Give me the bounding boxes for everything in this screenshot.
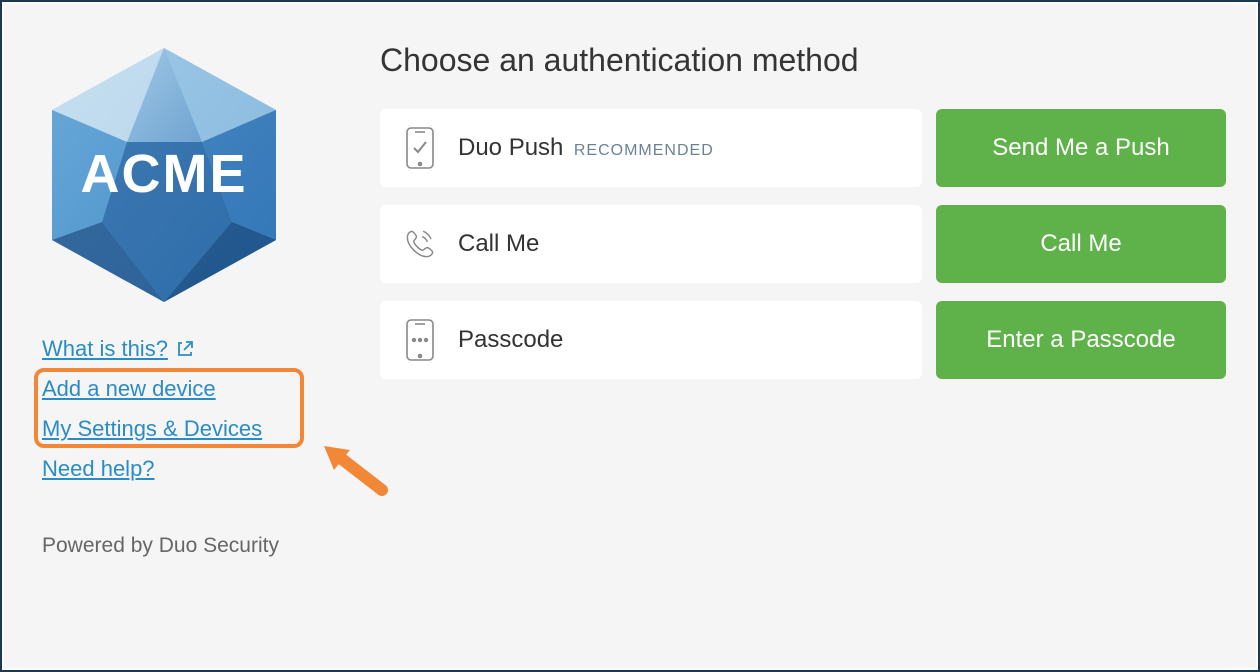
auth-row-push: Duo Push RECOMMENDED Send Me a Push: [380, 109, 1226, 187]
link-label: What is this?: [42, 332, 168, 366]
settings-devices-link[interactable]: My Settings & Devices: [42, 412, 262, 446]
sidebar-links: What is this? Add a new device My Settin…: [42, 332, 332, 486]
auth-method-label-wrapper: Duo Push RECOMMENDED: [458, 134, 714, 162]
send-push-button[interactable]: Send Me a Push: [936, 109, 1226, 187]
auth-method-call: Call Me: [380, 205, 922, 283]
link-label: Need help?: [42, 452, 155, 486]
phone-passcode-icon: [402, 320, 438, 360]
outer-frame: ACME What is this? Add a new device: [0, 0, 1260, 672]
link-label: Add a new device: [42, 372, 216, 406]
auth-method-label: Duo Push: [458, 134, 563, 161]
auth-row-call: Call Me Call Me: [380, 205, 1226, 283]
inner-frame: ACME What is this? Add a new device: [4, 4, 1256, 668]
auth-row-passcode: Passcode Enter a Passcode: [380, 301, 1226, 379]
phone-check-icon: [402, 128, 438, 168]
auth-method-label: Passcode: [458, 326, 563, 354]
need-help-link[interactable]: Need help?: [42, 452, 155, 486]
svg-text:ACME: ACME: [81, 144, 248, 204]
add-device-link[interactable]: Add a new device: [42, 372, 216, 406]
page-title: Choose an authentication method: [380, 42, 1226, 79]
link-label: My Settings & Devices: [42, 412, 262, 446]
what-is-this-link[interactable]: What is this?: [42, 332, 194, 366]
enter-passcode-button[interactable]: Enter a Passcode: [936, 301, 1226, 379]
phone-call-icon: [402, 224, 438, 264]
auth-method-list: Duo Push RECOMMENDED Send Me a Push: [380, 109, 1226, 379]
call-me-button[interactable]: Call Me: [936, 205, 1226, 283]
powered-by-text: Powered by Duo Security: [42, 534, 332, 558]
auth-method-push: Duo Push RECOMMENDED: [380, 109, 922, 187]
recommended-badge: RECOMMENDED: [574, 142, 714, 159]
sidebar: ACME What is this? Add a new device: [42, 42, 332, 638]
auth-method-label: Call Me: [458, 230, 539, 258]
main-content: Choose an authentication method: [332, 42, 1226, 638]
external-link-icon: [176, 340, 194, 358]
acme-logo: ACME: [42, 42, 286, 308]
auth-method-passcode: Passcode: [380, 301, 922, 379]
